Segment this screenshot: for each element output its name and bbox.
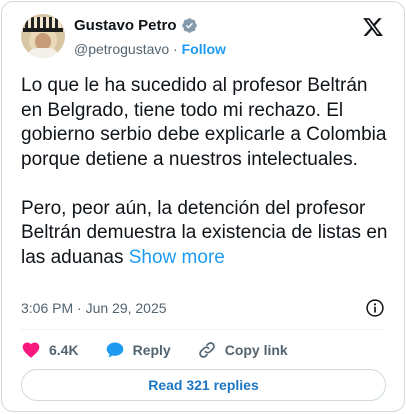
tweet-timestamp[interactable]: 3:06 PM · Jun 29, 2025 xyxy=(21,300,167,316)
follow-button[interactable]: Follow xyxy=(182,41,226,57)
like-button[interactable]: 6.4K xyxy=(21,340,79,360)
reply-button[interactable]: Reply xyxy=(105,340,171,360)
like-count: 6.4K xyxy=(49,342,79,358)
author-handle[interactable]: @petrogustavo xyxy=(74,41,169,57)
heart-icon xyxy=(22,342,40,358)
copy-link-label: Copy link xyxy=(224,342,288,358)
tweet-card: Gustavo Petro @petrogustavo · Follow Lo … xyxy=(1,1,405,412)
tweet-paragraph-2: Pero, peor aún, la detención del profeso… xyxy=(21,197,391,271)
avatar-shirt xyxy=(27,48,59,58)
link-icon xyxy=(198,342,215,358)
reply-bubble-icon xyxy=(106,342,123,358)
tweet-text: Lo que le ha sucedido al profesor Beltrá… xyxy=(21,74,391,270)
show-more-link[interactable]: Show more xyxy=(129,247,225,268)
verified-badge-icon xyxy=(181,18,197,33)
info-icon[interactable] xyxy=(365,298,385,318)
author-name[interactable]: Gustavo Petro xyxy=(74,17,177,34)
tweet-header: Gustavo Petro @petrogustavo · Follow xyxy=(21,14,390,64)
tweet-paragraph-1: Lo que le ha sucedido al profesor Beltrá… xyxy=(21,75,387,170)
copy-link-button[interactable]: Copy link xyxy=(197,340,288,360)
divider xyxy=(21,329,385,330)
action-bar: 6.4K Reply Copy link xyxy=(21,339,314,361)
avatar-hat-band xyxy=(23,28,63,32)
read-replies-button[interactable]: Read 321 replies xyxy=(21,369,386,401)
avatar[interactable] xyxy=(21,14,65,58)
author-handle-row: @petrogustavo · Follow xyxy=(74,41,226,57)
handle-separator: · xyxy=(173,41,178,57)
reply-label: Reply xyxy=(132,342,171,358)
author-name-row: Gustavo Petro xyxy=(74,17,198,34)
tweet-meta: 3:06 PM · Jun 29, 2025 xyxy=(21,298,385,320)
x-logo-icon[interactable] xyxy=(362,16,384,38)
